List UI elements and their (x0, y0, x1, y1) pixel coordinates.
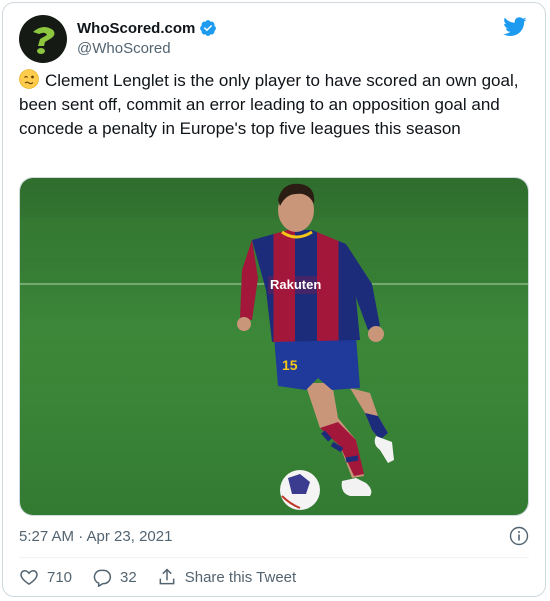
verified-badge-icon (200, 20, 217, 36)
tweet-actions: 710 32 Share this Tweet (19, 565, 316, 589)
twitter-bird-icon[interactable] (503, 17, 527, 37)
shorts-number: 15 (282, 357, 298, 373)
shirt-sponsor: Rakuten (270, 277, 321, 292)
football-player-photo: 15 Rakuten (20, 178, 528, 515)
divider (19, 557, 529, 558)
share-label: Share this Tweet (184, 568, 297, 586)
avatar[interactable] (19, 15, 67, 63)
share-icon (159, 568, 175, 585)
tweet-photo[interactable]: 15 Rakuten (19, 177, 529, 516)
tweet-text: Clement Lenglet is the only player to ha… (19, 69, 534, 141)
author-name-row[interactable]: WhoScored.com (77, 19, 217, 37)
like-count: 710 (47, 568, 73, 586)
share-button[interactable]: Share this Tweet (157, 567, 296, 587)
reply-count: 32 (120, 568, 137, 586)
author-handle[interactable]: @WhoScored (77, 40, 171, 57)
tweet-timestamp[interactable]: 5:27 AM · Apr 23, 2021 (19, 528, 172, 545)
heart-icon (20, 569, 38, 585)
reply-button[interactable]: 32 (92, 567, 137, 587)
reply-bubble-icon (93, 569, 112, 587)
tweet-card: WhoScored.com @WhoScored Clement Lenglet… (2, 2, 546, 597)
info-icon[interactable] (509, 526, 529, 546)
tweet-body: Clement Lenglet is the only player to ha… (19, 71, 519, 138)
like-button[interactable]: 710 (19, 567, 72, 587)
woozy-face-emoji (19, 69, 39, 89)
whoscored-logo-icon (33, 26, 55, 54)
author-display-name[interactable]: WhoScored.com (77, 20, 195, 37)
